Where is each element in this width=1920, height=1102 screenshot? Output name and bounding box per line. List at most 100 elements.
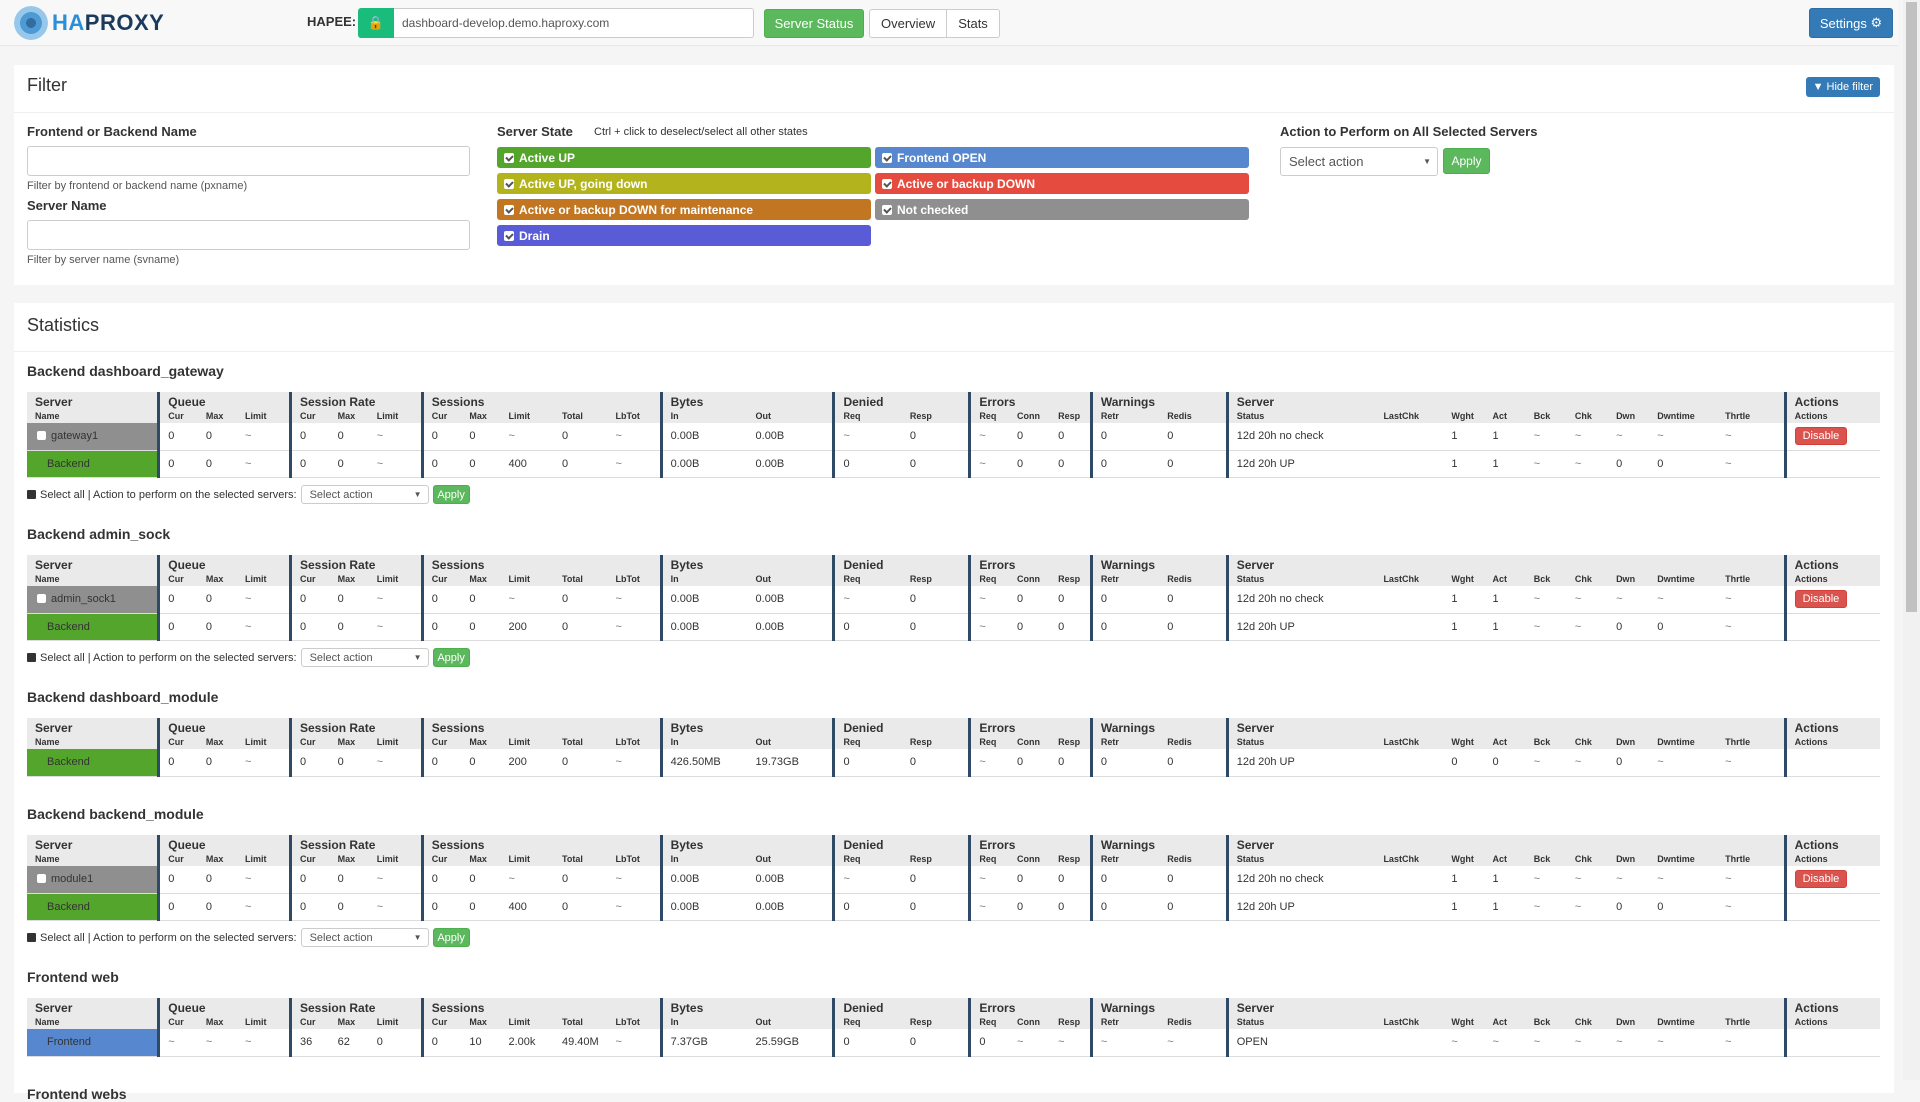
column-header: Limit [368, 854, 423, 866]
funnel-icon: ▼ [1812, 81, 1824, 93]
cell-req: ~ [968, 613, 1009, 641]
column-header: Actions [1783, 411, 1880, 423]
state-toggle-active-up-going-down[interactable]: Active UP, going down [497, 173, 871, 194]
fb-name-help: Filter by frontend or backend name (pxna… [27, 180, 248, 192]
server-select-checkbox[interactable] [37, 431, 46, 441]
divider [14, 351, 1894, 352]
cell-req: ~ [968, 749, 1009, 777]
state-toggle-active-up[interactable]: Active UP [497, 147, 871, 168]
cell-dwntime: ~ [1649, 866, 1718, 894]
cell-cur: 0 [288, 450, 330, 478]
group-header: Bytes [659, 835, 834, 854]
overview-button[interactable]: Overview [869, 9, 948, 38]
bulk-apply-button[interactable]: Apply [1443, 148, 1490, 174]
disable-server-button[interactable]: Disable [1794, 590, 1848, 609]
group-header: Actions [1783, 392, 1880, 411]
row-name[interactable]: gateway1 [27, 423, 159, 451]
cell-bck: ~ [1525, 866, 1567, 894]
server-status-button[interactable]: Server Status [764, 9, 864, 38]
group-header: Server [1225, 998, 1786, 1017]
haproxy-logo[interactable]: HAPROXY [14, 6, 164, 40]
state-toggle-not-checked[interactable]: Not checked [875, 199, 1249, 220]
select-all-checkbox[interactable] [27, 490, 36, 499]
column-header: Bck [1525, 574, 1567, 586]
select-all-checkbox[interactable] [27, 653, 36, 662]
group-header: Server [1225, 555, 1786, 574]
state-toggle-frontend-open[interactable]: Frontend OPEN [875, 147, 1249, 168]
cell-lbtot: ~ [607, 613, 662, 641]
column-header: Limit [236, 1017, 291, 1029]
cell-wght: 1 [1443, 423, 1485, 451]
cell-limit: 400 [500, 450, 554, 478]
table-action-select[interactable]: Select action ▼ [300, 485, 429, 504]
cell-resp: 0 [901, 1029, 970, 1057]
hide-filter-button[interactable]: ▼ Hide filter [1805, 77, 1880, 97]
table-action-select[interactable]: Select action ▼ [300, 648, 429, 667]
server-select-checkbox[interactable] [37, 594, 46, 604]
group-header: Actions [1783, 998, 1880, 1017]
page-scrollbar[interactable] [1903, 0, 1920, 1080]
server-name-input[interactable] [27, 220, 470, 250]
cell-cur: 0 [157, 866, 198, 894]
cell-lastchk [1375, 613, 1444, 641]
group-header: Denied [832, 718, 970, 737]
column-header: Req [968, 1017, 1009, 1029]
table-apply-button[interactable]: Apply [432, 485, 470, 504]
cell-dwntime: 0 [1649, 613, 1718, 641]
bulk-action-select[interactable]: Select action ▼ [1280, 147, 1438, 176]
group-header: Queue [157, 555, 291, 574]
group-header: Warnings [1089, 998, 1228, 1017]
column-header: Dwn [1608, 1017, 1650, 1029]
caret-down-icon: ▼ [413, 653, 422, 662]
column-header: In [659, 854, 748, 866]
hapee-host-input[interactable] [394, 8, 754, 38]
fb-name-input[interactable] [27, 146, 470, 176]
table-apply-button[interactable]: Apply [432, 928, 470, 947]
cell-cur: 0 [157, 423, 198, 451]
cell-in: 7.37GB [659, 1029, 748, 1057]
cell-limit: ~ [236, 893, 291, 921]
column-header: Req [832, 854, 902, 866]
column-header: Thrtle [1717, 411, 1786, 423]
state-toggle-drain[interactable]: Drain [497, 225, 871, 246]
state-toggle-active-or-backup-down[interactable]: Active or backup DOWN [875, 173, 1249, 194]
cell-out: 0.00B [747, 893, 834, 921]
cell-resp: 0 [1050, 586, 1092, 614]
column-header: Act [1484, 574, 1526, 586]
settings-button[interactable]: Settings ⚙ [1809, 8, 1893, 38]
select-all-checkbox[interactable] [27, 933, 36, 942]
cell-limit: ~ [368, 586, 423, 614]
cell-status: 12d 20h UP [1225, 613, 1376, 641]
cell-limit: ~ [236, 586, 291, 614]
disable-server-button[interactable]: Disable [1794, 427, 1848, 446]
disable-server-button[interactable]: Disable [1794, 870, 1848, 889]
group-header: Server [1225, 718, 1786, 737]
table-action-select[interactable]: Select action ▼ [300, 928, 429, 947]
stats-button[interactable]: Stats [947, 9, 1000, 38]
column-header: Bck [1525, 411, 1567, 423]
cell-thrtle: ~ [1717, 866, 1786, 894]
column-header: Name [27, 737, 159, 749]
column-header: Conn [1008, 1017, 1051, 1029]
column-header: Act [1484, 411, 1526, 423]
table-row: Frontend ~ ~ ~36 62 0 0 10 2.00k 49.40M ~7.37GB 25.… [27, 1029, 1880, 1057]
row-name[interactable]: admin_sock1 [27, 586, 159, 614]
cell-out: 25.59GB [747, 1029, 834, 1057]
column-header: Chk [1566, 1017, 1609, 1029]
section-title: Backend backend_module [27, 806, 204, 822]
cell-cur: 0 [157, 586, 198, 614]
server-select-checkbox[interactable] [37, 874, 46, 884]
stats-table: Server Queue Session Rate Sessions Bytes Deni… [27, 998, 1880, 1057]
cell-limit: 2.00k [500, 1029, 554, 1057]
cell-cur: 0 [420, 893, 462, 921]
column-header: Actions [1783, 574, 1880, 586]
cell-req: 0 [968, 1029, 1009, 1057]
column-header: Cur [420, 574, 462, 586]
state-toggle-active-or-backup-down-for-maintenance[interactable]: Active or backup DOWN for maintenance [497, 199, 871, 220]
table-apply-button[interactable]: Apply [432, 648, 470, 667]
cell-retr: 0 [1089, 893, 1160, 921]
column-header: Dwntime [1649, 411, 1718, 423]
row-name[interactable]: module1 [27, 866, 159, 894]
scrollbar-thumb[interactable] [1906, 2, 1917, 612]
cell-dwn: ~ [1608, 423, 1650, 451]
